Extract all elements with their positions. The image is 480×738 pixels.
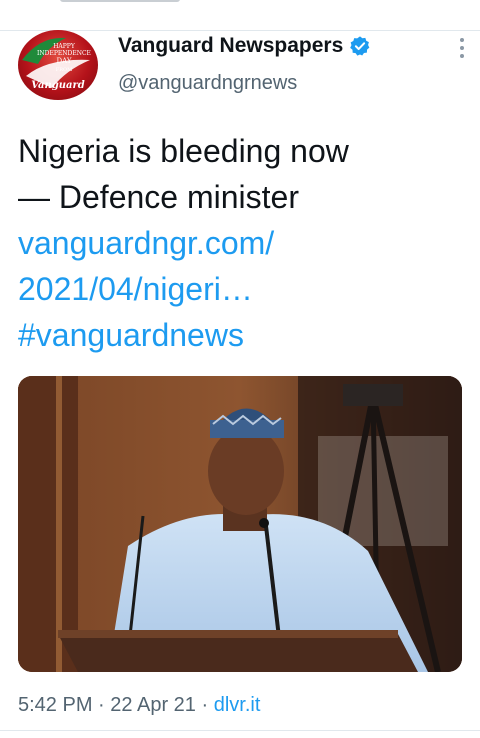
avatar-text-independence: INDEPENDENCE (37, 50, 91, 57)
meta-separator-1: · (98, 694, 105, 716)
tweet-body: Nigeria is bleeding now — Defence minist… (18, 128, 458, 358)
author-name-row[interactable]: Vanguard Newspapers (118, 34, 371, 58)
author-handle[interactable]: @vanguardngrnews (118, 72, 297, 95)
tweet-meta: 5:42 PM · 22 Apr 21 · dlvr.it (18, 694, 260, 717)
photo-image (18, 376, 462, 672)
avatar-text-happy: HAPPY (53, 43, 76, 50)
avatar-text-day: DAY (56, 57, 71, 65)
tweet-hashtag[interactable]: #vanguardnews (18, 312, 458, 358)
avatar-brand-text: Vanguard (31, 80, 85, 91)
tweet-text-line-2: — Defence minister (18, 179, 299, 215)
tweet-time[interactable]: 5:42 PM (18, 694, 92, 716)
tweet-link-line-1[interactable]: vanguardngr.com/ (18, 220, 458, 266)
tweet-text-line-1: Nigeria is bleeding now (18, 133, 349, 169)
tweet-media-photo[interactable] (18, 376, 462, 672)
meta-separator-2: · (201, 694, 209, 716)
tweet-link-line-2[interactable]: 2021/04/nigeri… (18, 266, 458, 312)
tweet-header: HAPPY INDEPENDENCE DAY FROM Vanguard Van… (18, 30, 468, 106)
previous-tweet-remnant (20, 0, 220, 4)
author-display-name[interactable]: Vanguard Newspapers (118, 34, 343, 58)
avatar[interactable]: HAPPY INDEPENDENCE DAY FROM Vanguard (18, 30, 98, 100)
bottom-divider (0, 730, 480, 731)
avatar-logo-icon: HAPPY INDEPENDENCE DAY FROM Vanguard (22, 37, 91, 91)
more-vertical-icon[interactable] (456, 36, 468, 60)
verified-badge-icon (350, 36, 370, 56)
tweet-source-link[interactable]: dlvr.it (214, 694, 261, 716)
tweet-date[interactable]: 22 Apr 21 (110, 694, 196, 716)
avatar-text-from: FROM (56, 67, 72, 73)
